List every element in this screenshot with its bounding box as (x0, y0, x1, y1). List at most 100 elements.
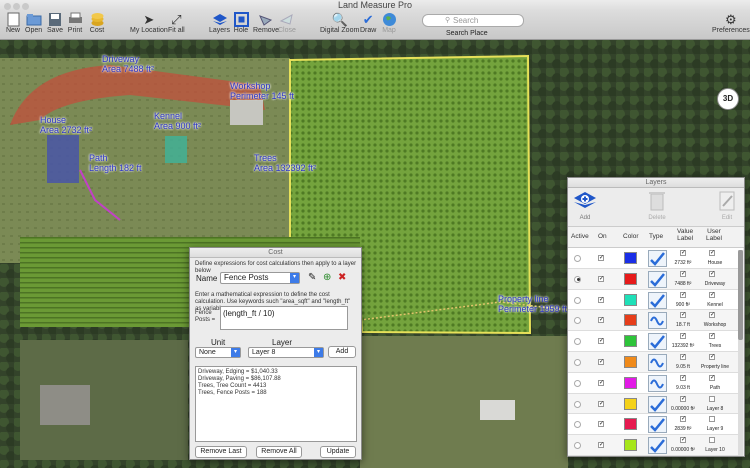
active-radio[interactable] (574, 379, 581, 387)
layers-scrollbar[interactable] (738, 250, 743, 456)
layer-type-icon[interactable] (648, 291, 667, 309)
preferences-button[interactable]: ⚙ Preferences (712, 12, 750, 34)
layer-row[interactable]: ✓ ✓ 2732 ft² ✓ House (568, 248, 743, 269)
update-button[interactable]: Update (320, 446, 356, 458)
layer-type-icon[interactable] (648, 333, 667, 351)
save-button[interactable]: Save (47, 12, 63, 34)
value-label-checkbox[interactable]: ✓ (680, 437, 686, 444)
user-label-checkbox[interactable]: ✓ (709, 374, 715, 381)
active-radio[interactable] (574, 358, 581, 366)
add-layer-button[interactable]: Add (572, 190, 598, 222)
digital-zoom-button[interactable]: 🔍 Digital Zoom (320, 12, 359, 34)
layer-visible-checkbox[interactable]: ✓ (598, 338, 604, 345)
layer-color-swatch[interactable] (624, 376, 637, 389)
layer-type-icon[interactable] (648, 312, 667, 330)
layer-color-swatch[interactable] (624, 314, 637, 327)
layer-visible-checkbox[interactable]: ✓ (598, 296, 604, 303)
value-label-checkbox[interactable]: ✓ (680, 416, 686, 423)
remove-button[interactable]: Remove (253, 12, 279, 34)
add-cost-icon[interactable]: ⊕ (323, 272, 331, 283)
delete-layer-button[interactable]: Delete (644, 190, 670, 222)
layer-type-icon[interactable] (648, 416, 667, 434)
edit-layer-button[interactable]: Edit (714, 190, 740, 222)
layer-type-icon[interactable] (648, 374, 667, 392)
layer-type-icon[interactable] (648, 250, 667, 267)
active-radio[interactable] (574, 400, 581, 408)
layer-visible-checkbox[interactable]: ✓ (598, 275, 604, 282)
value-label-checkbox[interactable]: ✓ (680, 395, 686, 402)
layer-row[interactable]: ✓ ✓ 0.00000 ft² Layer 8 (568, 393, 743, 415)
layer-row[interactable]: ✓ ✓ 0.00000 ft² Layer 10 (568, 435, 743, 456)
layer-type-icon[interactable] (648, 353, 667, 371)
user-label-checkbox[interactable] (709, 437, 715, 444)
minimize-window-button[interactable] (13, 3, 20, 10)
close-button[interactable]: Close (278, 12, 296, 34)
open-button[interactable]: Open (25, 12, 42, 34)
layer-visible-checkbox[interactable]: ✓ (598, 317, 604, 324)
value-label-checkbox[interactable]: ✓ (680, 250, 686, 256)
layer-color-swatch[interactable] (624, 293, 637, 306)
layer-color-swatch[interactable] (624, 335, 637, 348)
hole-button[interactable]: Hole (233, 12, 249, 34)
add-button[interactable]: Add (328, 346, 356, 358)
layer-visible-checkbox[interactable]: ✓ (598, 255, 604, 261)
cost-name-select[interactable]: Fence Posts ▾ (220, 272, 300, 284)
user-label-checkbox[interactable]: ✓ (709, 291, 715, 298)
layer-visible-checkbox[interactable]: ✓ (598, 400, 604, 407)
active-radio[interactable] (574, 275, 581, 283)
draw-button[interactable]: ✔ Draw (360, 12, 376, 34)
active-radio[interactable] (574, 421, 581, 429)
layer-row[interactable]: ✓ ✓ 900 ft² ✓ Kennel (568, 289, 743, 311)
active-radio[interactable] (574, 338, 581, 346)
my-location-button[interactable]: ➤ My Location (130, 12, 168, 34)
layer-color-swatch[interactable] (624, 252, 637, 264)
layer-row[interactable]: ✓ ✓ 132392 ft² ✓ Trees (568, 331, 743, 352)
active-radio[interactable] (574, 296, 581, 304)
expression-field[interactable]: (length_ft / 10) (220, 306, 348, 330)
layer-visible-checkbox[interactable]: ✓ (598, 442, 604, 449)
user-label-checkbox[interactable] (709, 416, 715, 423)
cost-button[interactable]: Cost (89, 12, 105, 34)
value-label-checkbox[interactable]: ✓ (680, 291, 686, 298)
value-label-checkbox[interactable]: ✓ (680, 374, 686, 381)
layer-visible-checkbox[interactable]: ✓ (598, 358, 604, 365)
layer-type-icon[interactable] (648, 270, 667, 288)
new-button[interactable]: New (5, 12, 21, 34)
3d-view-button[interactable]: 3D (717, 88, 739, 110)
close-window-button[interactable] (4, 3, 11, 10)
layer-color-swatch[interactable] (624, 418, 637, 431)
value-label-checkbox[interactable]: ✓ (680, 333, 686, 340)
user-label-checkbox[interactable]: ✓ (709, 270, 715, 277)
unit-select[interactable]: None ▾ (195, 347, 241, 358)
user-label-checkbox[interactable] (709, 395, 715, 402)
layer-visible-checkbox[interactable]: ✓ (598, 421, 604, 428)
remove-all-button[interactable]: Remove All (256, 446, 302, 458)
active-radio[interactable] (574, 255, 581, 262)
layers-button[interactable]: Layers (209, 12, 230, 34)
user-label-checkbox[interactable]: ✓ (709, 312, 715, 319)
layer-type-icon[interactable] (648, 437, 667, 455)
zoom-window-button[interactable] (22, 3, 29, 10)
value-label-checkbox[interactable]: ✓ (680, 270, 686, 277)
layer-visible-checkbox[interactable]: ✓ (598, 379, 604, 386)
layer-row[interactable]: ✓ ✓ 2839 ft² Layer 9 (568, 414, 743, 436)
layer-row[interactable]: ✓ ✓ 7488 ft² ✓ Driveway (568, 268, 743, 290)
active-radio[interactable] (574, 442, 581, 450)
layer-row[interactable]: ✓ ✓ 18.7 ft ✓ Workshop (568, 310, 743, 332)
user-label-checkbox[interactable]: ✓ (709, 250, 715, 256)
fit-all-button[interactable]: ⤢ Fit all (168, 12, 185, 34)
layer-select[interactable]: Layer 8 ▾ (248, 347, 324, 358)
edit-pencil-icon[interactable]: ✎ (308, 272, 316, 283)
layer-color-swatch[interactable] (624, 397, 637, 410)
layer-type-icon[interactable] (648, 395, 667, 413)
delete-cost-icon[interactable]: ✖ (338, 272, 346, 283)
print-button[interactable]: Print (67, 12, 83, 34)
search-input[interactable]: ⚲ Search (422, 14, 524, 27)
user-label-checkbox[interactable]: ✓ (709, 333, 715, 340)
layer-color-swatch[interactable] (624, 439, 637, 452)
active-radio[interactable] (574, 317, 581, 325)
value-label-checkbox[interactable]: ✓ (680, 353, 686, 360)
map-button[interactable]: Map (381, 12, 397, 34)
remove-last-button[interactable]: Remove Last (195, 446, 247, 458)
value-label-checkbox[interactable]: ✓ (680, 312, 686, 319)
